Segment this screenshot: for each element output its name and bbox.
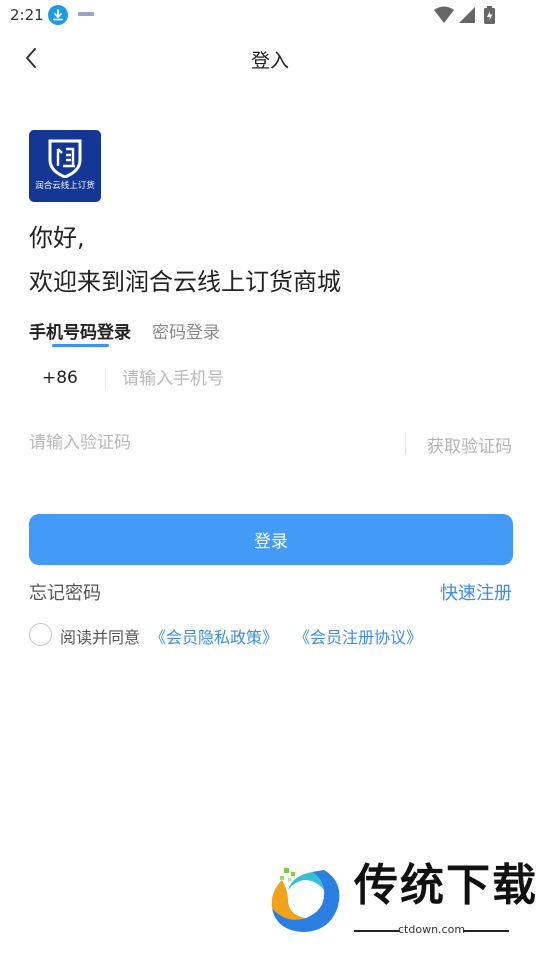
divider (405, 432, 406, 454)
battery-icon (484, 6, 495, 24)
tab-password-login[interactable]: 密码登录 (152, 318, 220, 343)
status-time: 2:21 (10, 6, 44, 24)
verification-code-input[interactable] (29, 428, 389, 458)
phone-input[interactable] (122, 364, 502, 394)
divider (354, 930, 400, 932)
tab-active-indicator (52, 344, 109, 347)
forgot-password-link[interactable]: 忘记密码 (29, 579, 101, 605)
page-title: 登入 (250, 50, 289, 72)
registration-agreement-link[interactable]: 《会员注册协议》 (294, 624, 422, 648)
divider (463, 930, 509, 932)
tab-phone-login[interactable]: 手机号码登录 (29, 318, 131, 343)
greeting-title: 你好, (29, 224, 85, 252)
notification-icon (78, 12, 94, 16)
shield-logo-icon (48, 139, 82, 178)
privacy-policy-link[interactable]: 《会员隐私政策》 (150, 624, 278, 648)
country-code-selector[interactable]: +86 (42, 368, 78, 388)
logo-text: 润合云线上订货 (35, 181, 95, 191)
signal-icon (459, 7, 475, 23)
app-logo: 润合云线上订货 (29, 130, 101, 202)
system-icons (434, 6, 506, 24)
status-bar: 2:21 (0, 0, 540, 30)
agreement-checkbox[interactable] (29, 623, 52, 646)
download-icon (48, 5, 68, 25)
watermark-logo-icon (271, 868, 340, 932)
quick-register-link[interactable]: 快速注册 (440, 579, 512, 605)
watermark-title: 传统下载 (354, 860, 538, 911)
nav-bar: 登入 (0, 38, 540, 80)
greeting-subtitle: 欢迎来到润合云线上订货商城 (29, 268, 341, 296)
divider (105, 368, 106, 390)
get-code-button[interactable]: 获取验证码 (427, 432, 512, 457)
login-button[interactable]: 登录 (29, 514, 513, 565)
watermark-url: ctdown.com (398, 923, 466, 936)
agreement-text: 阅读并同意 (60, 628, 141, 647)
wifi-icon (434, 6, 454, 23)
